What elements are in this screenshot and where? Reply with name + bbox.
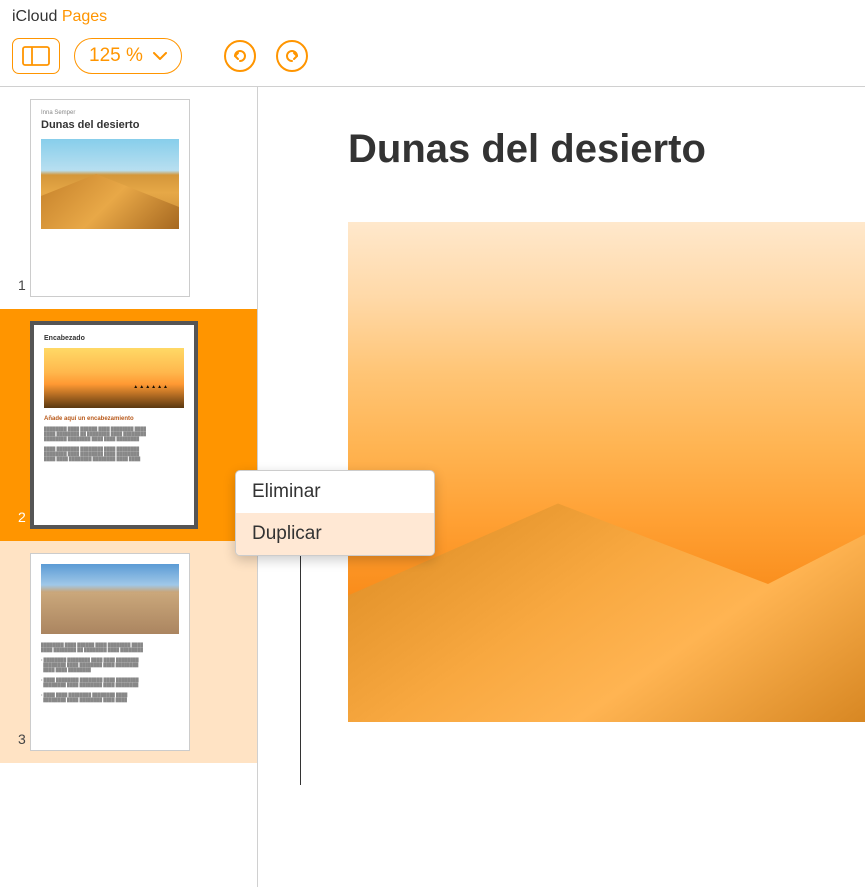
undo-button[interactable] <box>224 40 256 72</box>
context-menu: Eliminar Duplicar <box>235 470 435 556</box>
thumbnail-slot-2[interactable]: Encabezado ▲▲▲▲▲▲ Añade aquí un encabeza… <box>0 309 257 541</box>
thumb-subtitle: Añade aquí un encabezamiento <box>44 416 184 422</box>
thumb-title: Dunas del desierto <box>41 119 179 131</box>
sidebar-panel-icon <box>22 46 50 66</box>
redo-icon <box>283 48 301 64</box>
thumb-header: Encabezado <box>44 335 184 342</box>
thumbnail-page-1: Inna Semper Dunas del desierto <box>30 99 190 297</box>
zoom-selector[interactable]: 125 % <box>74 38 182 74</box>
chevron-down-icon <box>153 52 167 60</box>
toolbar: 125 % <box>0 30 865 87</box>
document-title[interactable]: Dunas del desierto <box>348 127 865 172</box>
thumb-body-text: ████████ ████ ██████ ████ ████████ ████ … <box>41 642 179 702</box>
thumb-image: ▲▲▲▲▲▲ <box>44 348 184 408</box>
icloud-label: iCloud <box>12 8 57 25</box>
thumbnail-slot-1[interactable]: Inna Semper Dunas del desierto 1 <box>0 87 257 309</box>
page-number-label: 3 <box>18 731 26 747</box>
thumb-body-text: ████████ ████ ██████ ████ ████████ ████ … <box>44 426 184 461</box>
thumbnail-page-3: ████████ ████ ██████ ████ ████████ ████ … <box>30 553 190 751</box>
thumb-image <box>41 564 179 634</box>
thumbnail-sidebar[interactable]: Inna Semper Dunas del desierto 1 Encabez… <box>0 87 258 887</box>
annotation-callout-line <box>300 555 301 785</box>
page-number-label: 1 <box>18 277 26 293</box>
pages-label: Pages <box>62 8 107 25</box>
thumb-image <box>41 139 179 229</box>
thumbnail-page-2: Encabezado ▲▲▲▲▲▲ Añade aquí un encabeza… <box>30 321 198 529</box>
context-menu-delete[interactable]: Eliminar <box>236 471 434 513</box>
page-number-label: 2 <box>18 509 26 525</box>
undo-icon <box>231 48 249 64</box>
thumb-subtitle: Inna Semper <box>41 110 179 116</box>
view-mode-button[interactable] <box>12 38 60 74</box>
zoom-value-label: 125 % <box>89 45 143 67</box>
thumbnail-slot-3[interactable]: ████████ ████ ██████ ████ ████████ ████ … <box>0 541 257 763</box>
app-title: iCloud Pages <box>0 0 865 30</box>
redo-button[interactable] <box>276 40 308 72</box>
context-menu-duplicate[interactable]: Duplicar <box>236 513 434 555</box>
